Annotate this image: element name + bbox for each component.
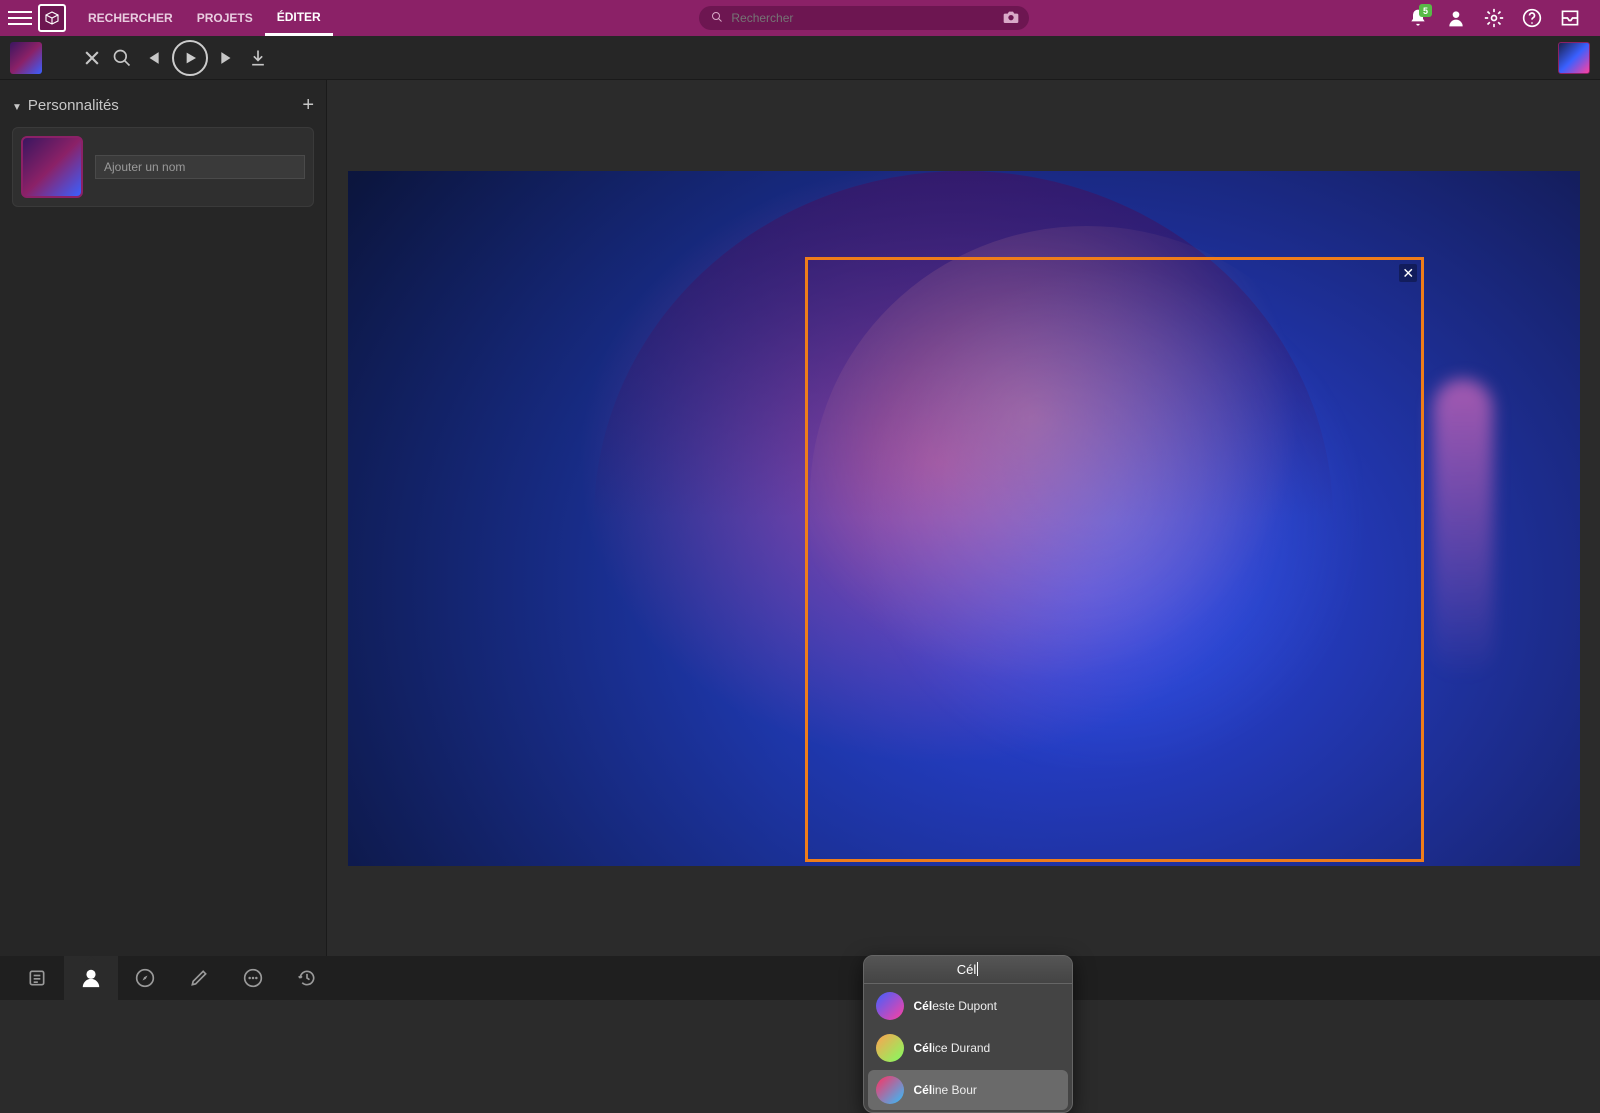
edit-panel-icon[interactable] [172, 956, 226, 1000]
search-icon [711, 11, 723, 26]
compass-panel-icon[interactable] [118, 956, 172, 1000]
current-image-thumbnail[interactable] [10, 42, 42, 74]
tab-rechercher[interactable]: RECHERCHER [76, 0, 185, 36]
editor-toolbar [0, 36, 1600, 80]
autocomplete-item-0[interactable]: Céleste Dupont [868, 986, 1068, 1026]
autocomplete-item-2[interactable]: Céline Bour [868, 1070, 1068, 1110]
autocomplete-query: Cél [957, 962, 977, 977]
face-detection-box[interactable]: ✕ [805, 257, 1425, 862]
panel-title: Personnalités [28, 97, 119, 114]
face-box-close-icon[interactable]: ✕ [1399, 264, 1417, 282]
more-panel-icon[interactable] [226, 956, 280, 1000]
settings-gear-icon[interactable] [1484, 8, 1504, 28]
chevron-down-icon: ▼ [12, 102, 22, 113]
camera-search-icon[interactable] [1003, 10, 1019, 27]
top-icons: 5 [1396, 8, 1592, 28]
help-icon[interactable] [1522, 8, 1542, 28]
avatar [876, 992, 904, 1020]
global-search[interactable] [699, 6, 1029, 30]
notification-badge: 5 [1419, 4, 1432, 17]
personalities-panel-header[interactable]: ▼ Personnalités + [12, 88, 314, 127]
autocomplete-input[interactable]: Cél [864, 956, 1072, 984]
nav-tabs: RECHERCHER PROJETS ÉDITER [76, 0, 333, 36]
name-autocomplete: Cél Céleste Dupont Célice Durand Céline … [863, 955, 1073, 1113]
global-search-input[interactable] [731, 11, 1017, 25]
main-photo[interactable]: ✕ Cél Céleste Dupont Célice Durand Célin… [348, 171, 1580, 866]
hamburger-menu-icon[interactable] [8, 6, 32, 30]
bottombar [0, 956, 1600, 1000]
history-panel-icon[interactable] [280, 956, 334, 1000]
user-account-icon[interactable] [1446, 8, 1466, 28]
people-panel-icon[interactable] [64, 956, 118, 1000]
sidebar: ▼ Personnalités + [0, 80, 327, 956]
topbar: RECHERCHER PROJETS ÉDITER 5 [0, 0, 1600, 36]
download-icon[interactable] [248, 48, 268, 68]
image-viewer: ✕ Cél Céleste Dupont Célice Durand Célin… [327, 80, 1600, 956]
person-card [12, 127, 314, 207]
app-logo[interactable] [38, 4, 66, 32]
autocomplete-item-1[interactable]: Célice Durand [868, 1028, 1068, 1068]
skip-next-icon[interactable] [218, 48, 238, 68]
person-avatar[interactable] [21, 136, 83, 198]
skip-prev-icon[interactable] [142, 48, 162, 68]
add-personality-icon[interactable]: + [302, 94, 314, 117]
notifications-icon[interactable]: 5 [1408, 8, 1428, 28]
panel-toggle-thumbnail[interactable] [1558, 42, 1590, 74]
avatar [876, 1034, 904, 1062]
tab-editer[interactable]: ÉDITER [265, 0, 333, 36]
play-button[interactable] [172, 40, 208, 76]
close-icon[interactable] [82, 48, 102, 68]
inbox-icon[interactable] [1560, 8, 1580, 28]
zoom-search-icon[interactable] [112, 48, 132, 68]
avatar [876, 1076, 904, 1104]
person-name-input[interactable] [95, 155, 305, 179]
tab-projets[interactable]: PROJETS [185, 0, 265, 36]
main-area: ▼Personnalités + ✕ Cél C [0, 80, 1600, 956]
info-panel-icon[interactable] [10, 956, 64, 1000]
